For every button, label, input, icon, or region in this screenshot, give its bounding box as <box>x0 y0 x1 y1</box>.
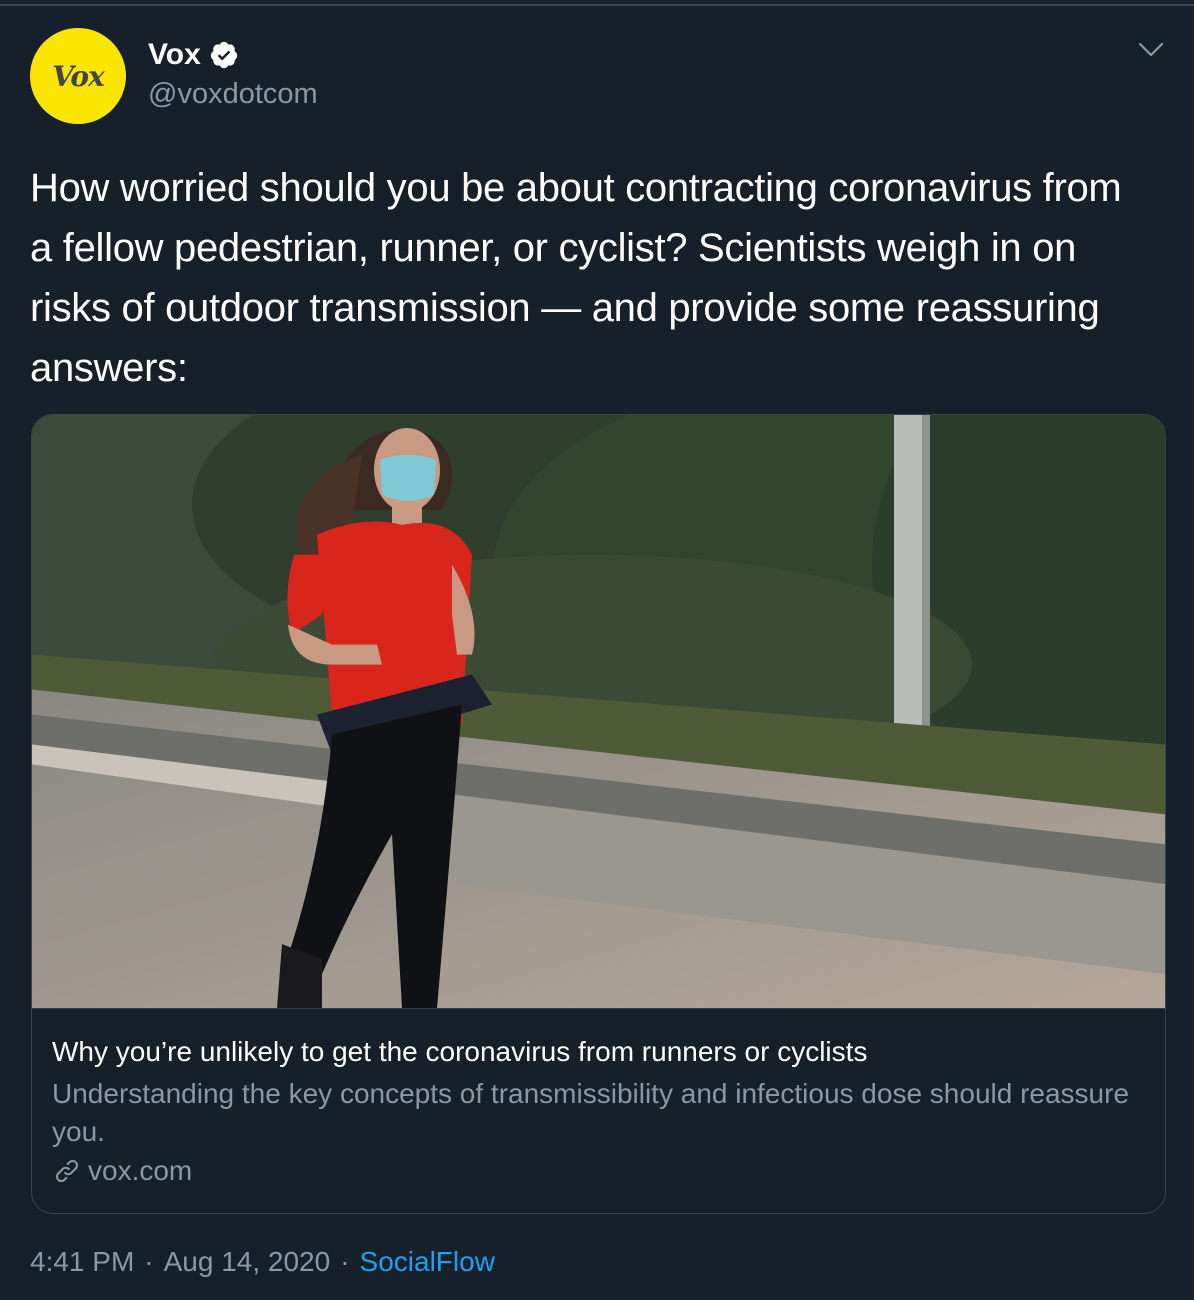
meta-separator: · <box>144 1246 154 1277</box>
chevron-down-icon <box>1138 42 1164 57</box>
tweet-time[interactable]: 4:41 PM <box>30 1246 134 1278</box>
link-icon <box>55 1159 79 1183</box>
vox-logo: Vox <box>52 59 105 93</box>
author-name-row[interactable]: Vox <box>148 38 239 72</box>
link-card[interactable]: Why you’re unlikely to get the coronavir… <box>31 414 1166 1214</box>
more-options-button[interactable] <box>1134 36 1168 64</box>
verified-badge-icon <box>210 41 237 69</box>
author-display-name[interactable]: Vox <box>148 38 201 72</box>
card-domain[interactable]: vox.com <box>52 1155 192 1187</box>
avatar[interactable]: Vox <box>30 28 126 124</box>
tweet-text: How worried should you be about contract… <box>30 166 1122 390</box>
tweet-source-link[interactable]: SocialFlow <box>360 1246 495 1278</box>
tweet: Vox Vox @voxdotcom How worried should yo… <box>0 0 1194 1300</box>
author-handle[interactable]: @voxdotcom <box>148 78 318 111</box>
card-title[interactable]: Why you’re unlikely to get the coronavir… <box>52 1035 1152 1069</box>
card-image[interactable] <box>32 415 1165 1009</box>
tweet-date[interactable]: Aug 14, 2020 <box>164 1246 331 1278</box>
meta-separator: · <box>340 1246 350 1277</box>
tweet-meta: 4:41 PM · Aug 14, 2020 · SocialFlow <box>30 1246 495 1278</box>
card-description: Understanding the key concepts of transm… <box>52 1078 1130 1147</box>
card-domain-text: vox.com <box>88 1155 193 1186</box>
